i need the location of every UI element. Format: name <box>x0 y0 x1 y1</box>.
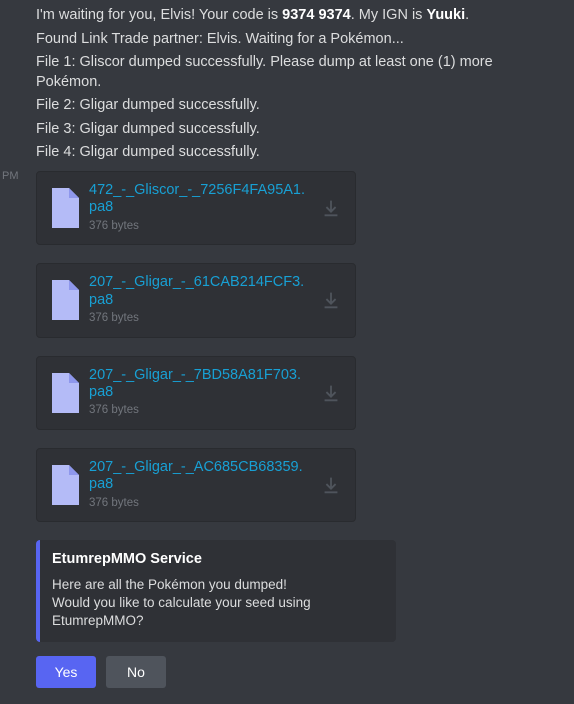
file-icon <box>49 465 79 505</box>
ign-name: Yuuki <box>426 7 465 23</box>
yes-button[interactable]: Yes <box>36 656 96 688</box>
message-content: I'm waiting for you, Elvis! Your code is… <box>0 0 574 704</box>
attachment-list: 472_-_Gliscor_-_7256F4FA95A1.pa8 376 byt… <box>36 171 558 522</box>
embed-card: EtumrepMMO Service Here are all the Poké… <box>36 540 396 642</box>
text-segment: . My IGN is <box>351 7 427 23</box>
message-line: File 3: Gligar dumped successfully. <box>36 120 558 140</box>
file-meta: 472_-_Gliscor_-_7256F4FA95A1.pa8 376 byt… <box>89 182 309 234</box>
file-name-link[interactable]: 207_-_Gligar_-_AC685CB68359.pa8 <box>89 459 309 494</box>
trade-code: 9374 9374 <box>282 7 351 23</box>
file-size: 376 bytes <box>89 311 309 327</box>
file-meta: 207_-_Gligar_-_7BD58A81F703.pa8 376 byte… <box>89 367 309 419</box>
file-meta: 207_-_Gligar_-_61CAB214FCF3.pa8 376 byte… <box>89 274 309 326</box>
embed-line: Here are all the Pokémon you dumped! <box>52 576 382 594</box>
button-row: Yes No <box>36 656 558 688</box>
message-line: Found Link Trade partner: Elvis. Waiting… <box>36 30 558 50</box>
embed-description: Here are all the Pokémon you dumped! Wou… <box>52 576 382 631</box>
file-size: 376 bytes <box>89 403 309 419</box>
message-timestamp: PM <box>2 169 19 184</box>
file-size: 376 bytes <box>89 219 309 235</box>
file-attachment: 207_-_Gligar_-_7BD58A81F703.pa8 376 byte… <box>36 356 356 430</box>
text-segment: I'm waiting for you, Elvis! Your code is <box>36 7 282 23</box>
embed-title: EtumrepMMO Service <box>52 550 382 570</box>
file-attachment: 472_-_Gliscor_-_7256F4FA95A1.pa8 376 byt… <box>36 171 356 245</box>
message-line: File 4: Gligar dumped successfully. <box>36 143 558 163</box>
message-line: File 1: Gliscor dumped successfully. Ple… <box>36 53 558 92</box>
text-segment: . <box>465 7 469 23</box>
file-icon <box>49 373 79 413</box>
file-name-link[interactable]: 207_-_Gligar_-_61CAB214FCF3.pa8 <box>89 274 309 309</box>
file-attachment: 207_-_Gligar_-_61CAB214FCF3.pa8 376 byte… <box>36 263 356 337</box>
embed-line: Would you like to calculate your seed us… <box>52 594 382 630</box>
message-line: File 2: Gligar dumped successfully. <box>36 96 558 116</box>
download-icon[interactable] <box>319 288 343 312</box>
download-icon[interactable] <box>319 381 343 405</box>
file-icon <box>49 280 79 320</box>
download-icon[interactable] <box>319 473 343 497</box>
file-icon <box>49 188 79 228</box>
download-icon[interactable] <box>319 196 343 220</box>
file-meta: 207_-_Gligar_-_AC685CB68359.pa8 376 byte… <box>89 459 309 511</box>
file-name-link[interactable]: 207_-_Gligar_-_7BD58A81F703.pa8 <box>89 367 309 402</box>
file-attachment: 207_-_Gligar_-_AC685CB68359.pa8 376 byte… <box>36 448 356 522</box>
no-button[interactable]: No <box>106 656 166 688</box>
message-line: I'm waiting for you, Elvis! Your code is… <box>36 6 558 26</box>
file-name-link[interactable]: 472_-_Gliscor_-_7256F4FA95A1.pa8 <box>89 182 309 217</box>
file-size: 376 bytes <box>89 496 309 512</box>
